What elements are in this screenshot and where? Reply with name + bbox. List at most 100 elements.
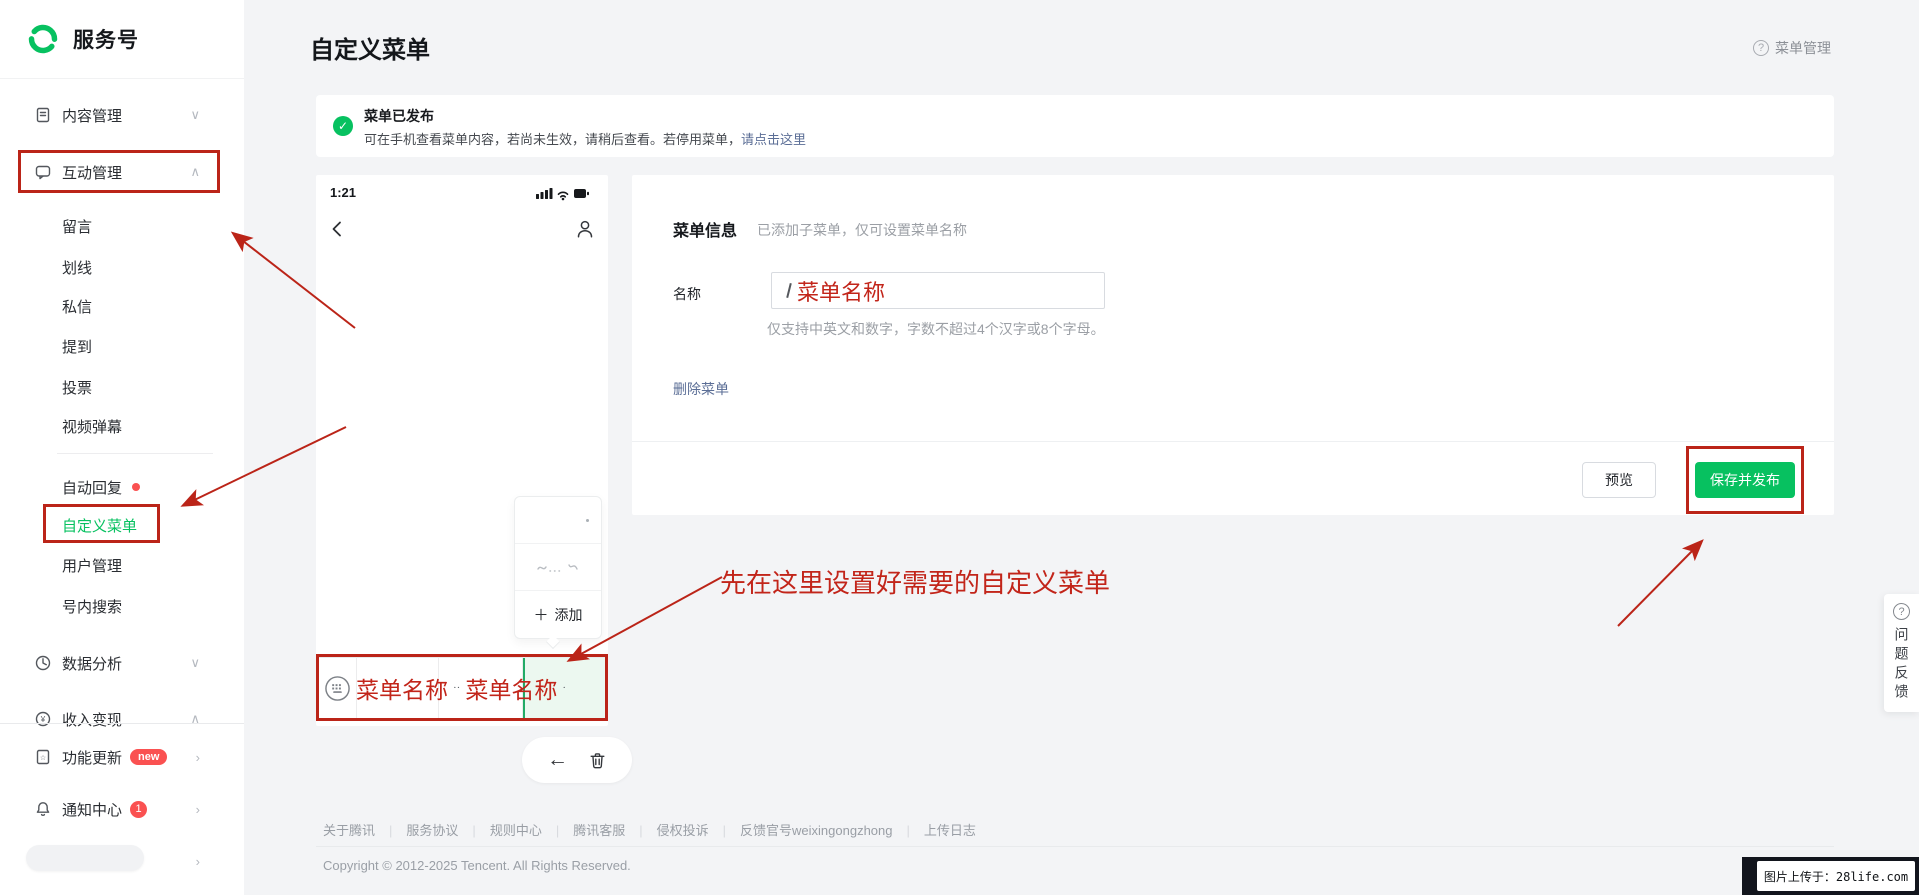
sidebar-item-mentions[interactable]: 提到: [0, 328, 244, 364]
input-helper-text: 仅支持中英文和数字，字数不超过4个汉字或8个字母。: [767, 321, 1105, 337]
sidebar-item-auto-reply[interactable]: 自动回复: [0, 469, 244, 505]
chevron-up-icon: ∧: [190, 711, 200, 726]
coin-icon: ¥: [34, 710, 52, 728]
sidebar-item-user-mgmt[interactable]: 用户管理: [0, 547, 244, 583]
sidebar-item-data-analysis[interactable]: 数据分析 ∨: [0, 645, 244, 681]
arrow-to-save-button: [1617, 539, 1704, 627]
save-publish-button[interactable]: 保存并发布: [1695, 462, 1795, 498]
section-hint: 已添加子菜单，仅可设置菜单名称: [757, 222, 967, 238]
section-title: 菜单信息: [673, 223, 738, 240]
plus-icon: ＋: [533, 607, 549, 624]
menu-name-value: 菜单名称: [797, 279, 886, 305]
person-icon[interactable]: [574, 218, 596, 245]
sidebar-item-account-search[interactable]: 号内搜索: [0, 588, 244, 624]
divider: [57, 453, 213, 454]
submenu-popup: ＋ 添加: [514, 496, 602, 639]
submenu-item[interactable]: [515, 497, 601, 544]
question-icon: ?: [1893, 603, 1910, 620]
battery-icon: [574, 189, 589, 198]
banner-description: 可在手机查看菜单内容，若尚未生效，请稍后查看。若停用菜单， 请点击这里: [364, 129, 806, 148]
count-badge: 1: [130, 800, 148, 818]
chevron-right-icon: ›: [195, 801, 200, 817]
question-icon: ?: [1753, 40, 1769, 56]
banner-desc-text: 可在手机查看菜单内容，若尚未生效，请稍后查看。若停用菜单，: [364, 132, 742, 147]
footer-links: 关于腾讯 服务协议 规则中心 腾讯客服 侵权投诉 反馈官号weixingongz…: [323, 820, 976, 839]
menu-name-annotation: 菜单名称 ·· 菜单名称 ·: [356, 673, 566, 703]
sidebar-item-custom-menu[interactable]: 自定义菜单: [0, 507, 244, 543]
chevron-right-icon: ›: [195, 749, 200, 765]
brand: 服务号: [26, 22, 139, 56]
chevron-up-icon: ∧: [190, 164, 200, 179]
footer-link[interactable]: 规则中心: [490, 820, 573, 839]
sidebar-item-interact-mgmt[interactable]: 互动管理 ∧: [0, 154, 244, 190]
bell-icon: [34, 800, 52, 818]
banner-title: 菜单已发布: [364, 108, 434, 124]
disable-menu-link[interactable]: 请点击这里: [741, 129, 806, 148]
book-star-icon: ☆: [34, 748, 52, 766]
sidebar-item-video-danmu[interactable]: 视频弹幕: [0, 408, 244, 444]
sidebar-item-private-msg[interactable]: 私信: [0, 288, 244, 324]
menu-name-text: 菜单名称: [465, 678, 558, 703]
delete-menu-link[interactable]: 删除菜单: [673, 379, 729, 399]
name-label: 名称: [673, 286, 701, 302]
keyboard-toggle-icon[interactable]: [319, 658, 357, 718]
divider: [632, 441, 1834, 442]
menu-manage-link[interactable]: ? 菜单管理: [1753, 38, 1831, 58]
brand-name: 服务号: [73, 29, 139, 52]
sidebar: 服务号 内容管理 ∨ 互动管理 ∧ 留言 划线 私信 提到 投票 视频弹幕 自动…: [0, 0, 244, 895]
phone-preview: [316, 175, 608, 726]
back-chevron-icon[interactable]: [328, 219, 348, 244]
sidebar-item-content-mgmt[interactable]: 内容管理 ∨: [0, 97, 244, 133]
sidebar-item-label: 互动管理: [62, 164, 123, 182]
page-title: 自定义菜单: [310, 37, 430, 64]
chevron-down-icon: ∨: [190, 655, 200, 670]
phone-time: 1:21: [330, 185, 357, 200]
divider: [0, 78, 244, 79]
footer-link[interactable]: 上传日志: [924, 820, 976, 839]
menu-manage-label: 菜单管理: [1775, 40, 1831, 56]
wechat-logo-icon: [26, 22, 60, 56]
check-circle-icon: ✓: [333, 116, 353, 136]
footer-link[interactable]: 腾讯客服: [573, 820, 656, 839]
footer-link[interactable]: 服务协议: [406, 820, 489, 839]
preview-button[interactable]: 预览: [1582, 462, 1656, 498]
back-arrow-button[interactable]: ←: [547, 748, 568, 772]
annotation-tip-text: 先在这里设置好需要的自定义菜单: [720, 569, 1111, 598]
censored-text: [537, 564, 578, 572]
footer-link[interactable]: 侵权投诉: [657, 820, 740, 839]
submenu-item[interactable]: [515, 544, 601, 591]
dot-marks: ··: [453, 682, 461, 694]
red-dot-badge: [132, 483, 141, 491]
dot-mark: ·: [562, 682, 566, 694]
watermark-text: 图片上传于：28life.com: [1757, 861, 1915, 891]
sidebar-item-account[interactable]: ›: [0, 843, 244, 879]
menu-edit-toolbar: ←: [522, 737, 632, 783]
submenu-add-button[interactable]: ＋ 添加: [515, 591, 601, 638]
menu-name-input[interactable]: 菜单名称: [771, 272, 1105, 309]
sidebar-item-feature-update[interactable]: ☆ 功能更新 new ›: [0, 739, 244, 775]
copyright-text: Copyright © 2012-2025 Tencent. All Right…: [323, 858, 631, 873]
add-label: 添加: [554, 606, 583, 623]
status-icons: [536, 186, 590, 206]
new-badge: new: [130, 749, 168, 765]
sidebar-item-income[interactable]: ¥ 收入变现 ∧: [0, 701, 244, 737]
text-caret: [786, 282, 792, 299]
signal-icon: [536, 188, 553, 199]
sidebar-item-notify-center[interactable]: 通知中心 1 ›: [0, 791, 244, 827]
chat-bubble-icon: [34, 163, 52, 181]
delete-trash-button[interactable]: [588, 751, 607, 770]
divider: [316, 846, 1834, 847]
sidebar-item-underline[interactable]: 划线: [0, 249, 244, 285]
menu-name-text: 菜单名称: [356, 678, 448, 703]
svg-text:☆: ☆: [40, 754, 46, 762]
divider: [0, 723, 244, 724]
censored-text: [586, 519, 589, 522]
wifi-icon: [557, 191, 569, 201]
chevron-down-icon: ∨: [190, 107, 200, 122]
footer-link[interactable]: 反馈官号weixingongzhong: [740, 820, 924, 839]
feedback-widget[interactable]: ? 问题反馈: [1884, 594, 1919, 712]
sidebar-item-votes[interactable]: 投票: [0, 369, 244, 405]
footer-link[interactable]: 关于腾讯: [323, 820, 406, 839]
sidebar-item-messages[interactable]: 留言: [0, 208, 244, 244]
clock-icon: [34, 654, 52, 672]
